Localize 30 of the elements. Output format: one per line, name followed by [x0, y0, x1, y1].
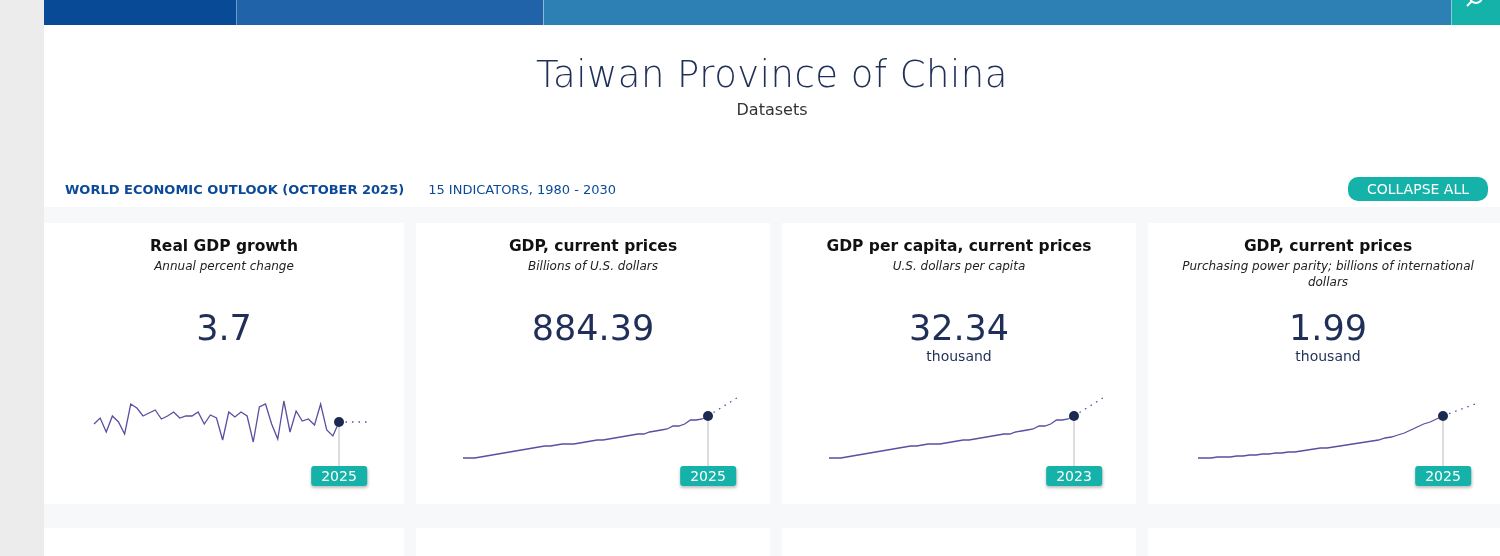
logo-tab[interactable] — [44, 0, 236, 25]
dataset-name[interactable]: WORLD ECONOMIC OUTLOOK (OCTOBER 2025) — [65, 181, 405, 197]
value-scale: thousand — [1295, 348, 1361, 364]
country-select[interactable] — [236, 0, 543, 25]
indicator-title: GDP, current prices — [1243, 237, 1413, 255]
indicator-value: 3.7 — [196, 308, 252, 348]
indicator-value: 32.34 — [908, 308, 1010, 348]
country-tab[interactable] — [543, 0, 1451, 25]
indicator-title: GDP per capita, current prices — [826, 237, 1092, 255]
indicator-value: 1.99 — [1289, 308, 1367, 348]
search-button[interactable] — [1451, 0, 1500, 25]
page-title: Taiwan Province of China — [535, 53, 1009, 96]
marker-dot — [334, 417, 344, 427]
indicator-unit: U.S. dollars per capita — [892, 258, 1026, 275]
indicator-card[interactable]: Real GDP growth Annual percent change 3.7 2025 — [44, 223, 404, 504]
dataset-info: 15 INDICATORS, 1980 - 2030 — [428, 181, 618, 197]
indicator-unit: Annual percent change — [154, 258, 294, 275]
indicator-card[interactable]: GDP per capita, current prices U.S. dollars per capita 32.34 thousand 2023 — [782, 223, 1136, 504]
indicator-title: Real GDP growth — [149, 237, 299, 255]
indicator-card[interactable]: GDP, current prices Purchasing power parity; billions of international dollars 1.99 thousand 2025 — [1148, 223, 1500, 504]
marker-dot — [1438, 411, 1448, 421]
marker-dot — [703, 411, 713, 421]
indicator-unit: Purchasing power parity; billions of international dollars — [1181, 258, 1475, 290]
value-scale: thousand — [926, 348, 992, 364]
page-subtitle: Datasets — [735, 100, 809, 119]
indicator-unit: Billions of U.S. dollars — [528, 258, 658, 275]
indicator-value: 884.39 — [531, 308, 655, 348]
marker-dot — [1069, 411, 1079, 421]
indicator-title: GDP, current prices — [508, 237, 678, 255]
indicator-card[interactable]: GDP, current prices Billions of U.S. dollars 884.39 2025 — [416, 223, 770, 504]
